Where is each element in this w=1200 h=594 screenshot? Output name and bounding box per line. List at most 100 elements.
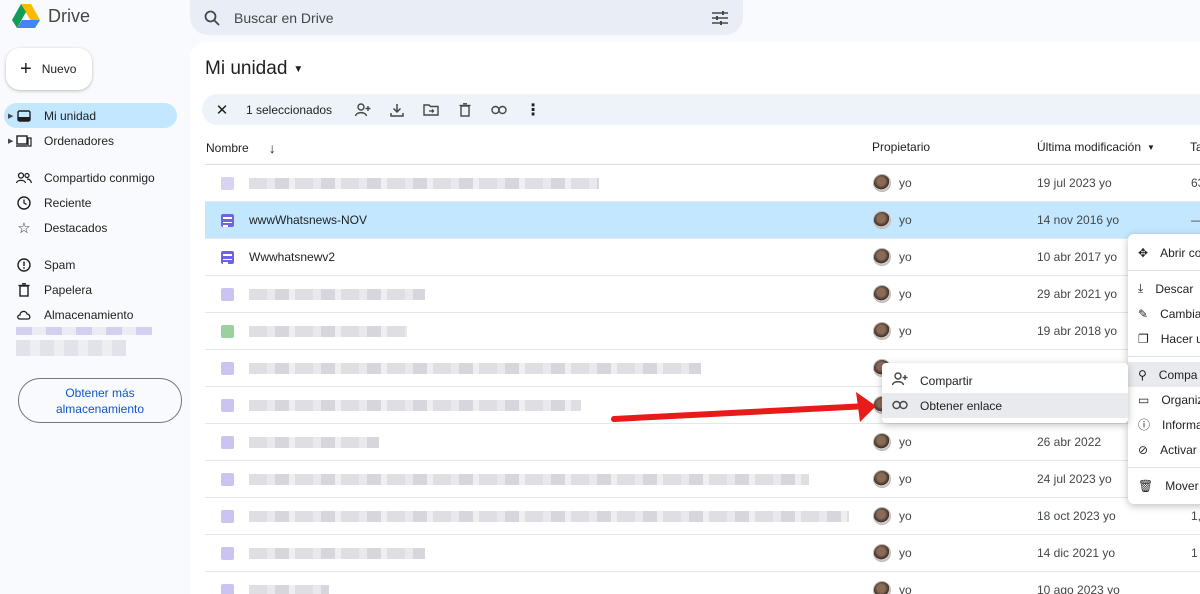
modified-date: 26 abr 2022 [1037, 435, 1102, 449]
file-size: — [1191, 213, 1200, 227]
modified-date: 14 nov 2016 yo [1037, 213, 1120, 227]
trash-icon[interactable] [448, 98, 482, 122]
storage-usage-blurred [16, 340, 126, 356]
sidebar-item-spam[interactable]: Spam [4, 252, 177, 277]
owner-cell: yo [873, 470, 912, 488]
share-person-icon: ⚲ [1138, 367, 1147, 382]
share-person-icon [891, 372, 908, 389]
file-name[interactable]: Wwwhatsnewv2 [249, 250, 335, 264]
clock-icon [16, 195, 32, 211]
clear-selection-icon[interactable]: ✕ [212, 98, 232, 122]
modified-date: 10 abr 2017 yo [1037, 250, 1118, 264]
submenu-item-share[interactable]: Compartir [882, 368, 1128, 393]
folder-icon: ▭ [1138, 392, 1150, 407]
file-row[interactable]: wwwWhatsnews-NOV yo 14 nov 2016 yo — [205, 202, 1200, 239]
owner-name: yo [899, 213, 912, 227]
file-row[interactable]: yo 24 jul 2023 yo [205, 461, 1200, 498]
move-arrows-icon: ✥ [1138, 245, 1149, 260]
submenu-item-label: Compartir [920, 373, 973, 388]
menu-item-rename[interactable]: ✎ Cambia [1128, 301, 1200, 326]
drive-logo[interactable]: Drive [12, 4, 90, 28]
sidebar-item-storage[interactable]: Almacenamiento [4, 302, 177, 327]
search-icon[interactable] [204, 10, 220, 26]
file-row[interactable]: Wwwhatsnewv2 yo 10 abr 2017 yo [205, 239, 1200, 276]
menu-item-open-with[interactable]: ✥ Abrir co [1128, 240, 1200, 265]
menu-item-label: Abrir co [1160, 245, 1200, 260]
move-to-folder-icon[interactable] [414, 98, 448, 122]
sidebar-item-computers[interactable]: ▶ Ordenadores [4, 128, 177, 153]
app-title: Drive [48, 5, 91, 26]
file-name-blurred [249, 289, 425, 300]
page-title[interactable]: Mi unidad ▼ [205, 58, 303, 80]
file-type-icon [221, 584, 234, 594]
file-name-blurred [249, 511, 849, 522]
sidebar-item-shared[interactable]: Compartido conmigo [4, 165, 177, 190]
menu-item-label: Compa [1158, 367, 1198, 382]
file-row[interactable]: yo 10 ago 2023 yo [205, 572, 1200, 594]
share-person-icon[interactable] [346, 98, 380, 122]
owner-cell: yo [873, 248, 912, 266]
menu-item-label: Activar [1160, 442, 1197, 457]
avatar [873, 174, 891, 192]
column-header-modified-label: Última modificación [1037, 140, 1142, 154]
file-name-blurred [249, 178, 599, 189]
column-header-owner[interactable]: Propietario [872, 140, 930, 154]
sidebar-item-starred[interactable]: ☆ Destacados [4, 215, 177, 240]
modified-date: 10 ago 2023 yo [1037, 583, 1120, 594]
sidebar-item-label: Papelera [44, 282, 93, 297]
file-row[interactable]: yo 19 abr 2018 yo [205, 313, 1200, 350]
sidebar-item-my-drive[interactable]: ▶ Mi unidad [4, 103, 177, 128]
dropdown-arrow-icon: ▼ [293, 63, 304, 75]
owner-name: yo [899, 472, 912, 486]
file-name-blurred [249, 474, 809, 485]
menu-item-make-copy[interactable]: ❐ Hacer u [1128, 326, 1200, 351]
more-options-icon[interactable]: ⋮ [516, 98, 550, 122]
owner-name: yo [899, 176, 912, 190]
sidebar-item-label: Destacados [44, 220, 108, 235]
avatar [873, 248, 891, 266]
sidebar-item-recent[interactable]: Reciente [4, 190, 177, 215]
menu-item-download[interactable]: ⤓ Descar [1128, 276, 1200, 301]
file-row[interactable]: yo 19 jul 2023 yo 63 [205, 165, 1200, 202]
column-header-owner-label: Propietario [872, 140, 931, 154]
spam-icon [16, 257, 32, 273]
search-bar[interactable]: Buscar en Drive [190, 0, 743, 35]
menu-item-move-to-trash[interactable]: 🗑 Mover a [1128, 473, 1200, 498]
column-header-size[interactable]: Ta [1190, 140, 1200, 154]
sort-arrow-down-icon[interactable]: ↓ [269, 140, 276, 156]
shared-icon [16, 170, 32, 186]
link-icon[interactable] [482, 98, 516, 122]
download-icon[interactable] [380, 98, 414, 122]
get-more-storage-button[interactable]: Obtener más almacenamiento [18, 378, 182, 423]
menu-item-share[interactable]: ⚲ Compa [1128, 362, 1200, 387]
sidebar-item-label: Reciente [44, 195, 92, 210]
expand-caret-icon[interactable]: ▶ [8, 112, 13, 120]
file-row[interactable]: yo 14 dic 2021 yo 1 [205, 535, 1200, 572]
expand-caret-icon[interactable]: ▶ [8, 137, 13, 145]
column-header-size-label: Ta [1190, 140, 1200, 154]
new-button-label: Nuevo [41, 62, 77, 76]
menu-item-label: Descar [1155, 281, 1194, 296]
sidebar-item-label: Spam [44, 257, 76, 272]
star-icon: ☆ [17, 219, 31, 237]
file-type-icon [221, 473, 234, 486]
menu-item-info[interactable]: ⓘ Informa [1128, 412, 1200, 437]
submenu-item-label: Obtener enlace [920, 398, 1003, 413]
submenu-item-get-link[interactable]: Obtener enlace [882, 393, 1128, 418]
avatar [873, 433, 891, 451]
file-name[interactable]: wwwWhatsnews-NOV [249, 213, 367, 227]
menu-item-organize[interactable]: ▭ Organiz [1128, 387, 1200, 412]
column-header-name[interactable]: Nombre ↓ [206, 140, 276, 156]
menu-item-offline[interactable]: ⊘ Activar [1128, 437, 1200, 462]
file-row[interactable]: yo 29 abr 2021 yo [205, 276, 1200, 313]
search-options-icon[interactable] [711, 10, 729, 26]
dropdown-arrow-icon: ▼ [1147, 142, 1155, 152]
column-header-modified[interactable]: Última modificación ▼ [1037, 140, 1155, 154]
avatar [873, 211, 891, 229]
owner-cell: yo [873, 544, 912, 562]
new-button[interactable]: + Nuevo [6, 48, 92, 90]
file-row[interactable]: yo 18 oct 2023 yo 1,1 [205, 498, 1200, 535]
sidebar-item-trash[interactable]: Papelera [4, 277, 177, 302]
search-input[interactable]: Buscar en Drive [234, 10, 711, 26]
avatar [873, 470, 891, 488]
